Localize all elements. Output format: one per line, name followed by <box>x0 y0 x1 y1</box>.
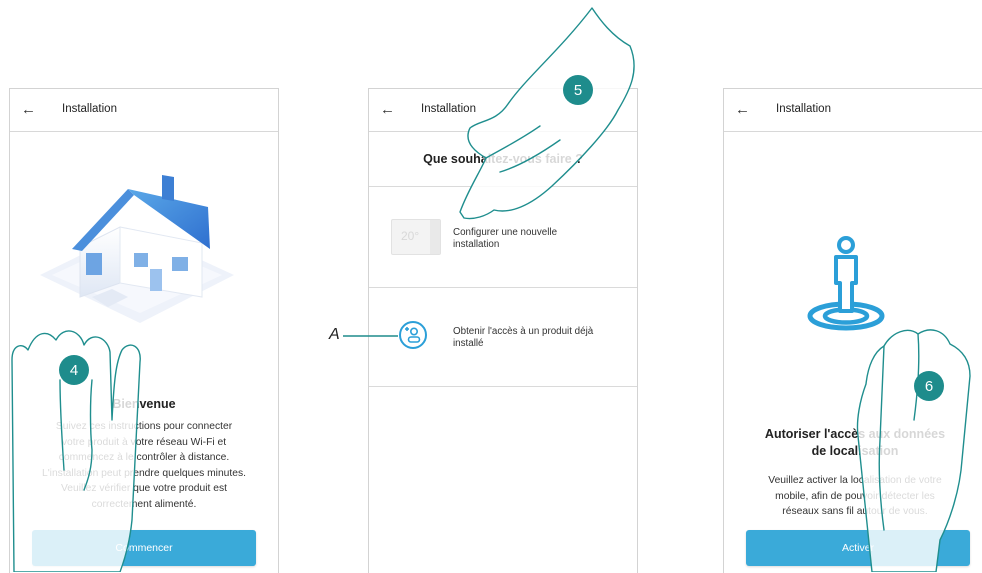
option-label-line: installation <box>453 238 500 250</box>
step-badge-5: 5 <box>563 75 593 105</box>
header-bar: ← Installation <box>10 89 278 132</box>
instruction-line: L'installation peut prendre quelques min… <box>41 467 247 479</box>
option-label: Configurer une nouvelle installation <box>453 227 557 250</box>
option-label-line: Configurer une nouvelle <box>453 227 558 238</box>
heading-line: Autoriser l'accès aux données <box>764 427 946 441</box>
welcome-instructions: Suivez ces instructions pour connecter v… <box>18 419 270 512</box>
thermostat-icon: 20° <box>391 219 441 255</box>
location-instructions: Veuillez activer la localisation de votr… <box>728 473 982 520</box>
instruction-line: mobile, afin de pouvoir détecter les <box>775 490 935 502</box>
heading-line: de localisation <box>811 444 899 458</box>
header-title: Installation <box>421 103 476 115</box>
header-bar: ← Installation <box>724 89 982 132</box>
header-title: Installation <box>776 103 831 115</box>
instruction-line: réseaux sans fil autour de vous. <box>782 506 928 517</box>
start-button[interactable]: Commencer <box>32 530 256 566</box>
step-badge-4: 4 <box>59 355 89 385</box>
screen-location-permission: ← Installation Autoriser l'accès aux don… <box>723 88 982 573</box>
activate-button[interactable]: Activer <box>746 530 970 566</box>
option-label: Obtenir l'accès à un produit déjà instal… <box>453 326 593 349</box>
instruction-line: votre produit à votre réseau Wi-Fi et <box>61 436 227 448</box>
back-arrow-icon[interactable]: ← <box>735 101 750 118</box>
instruction-line: correctement alimenté. <box>91 498 197 510</box>
back-arrow-icon[interactable]: ← <box>380 101 395 118</box>
option-label-line: Obtenir l'accès à un produit déjà <box>453 326 594 337</box>
option-label-line: installé <box>453 337 484 349</box>
screen-welcome: ← Installation Bienvenue Suivez ces inst… <box>9 88 279 573</box>
thermostat-display: 20° <box>401 229 420 243</box>
instruction-line: Veuillez vérifier que votre produit est <box>61 483 227 494</box>
add-user-icon <box>399 321 427 349</box>
instruction-line: Suivez ces instructions pour connecter <box>55 421 233 432</box>
instruction-line: Veuillez activer la localisation de votr… <box>768 475 942 486</box>
header-title: Installation <box>62 103 117 115</box>
step-badge-6: 6 <box>914 371 944 401</box>
header-bar: ← Installation <box>369 89 637 132</box>
callout-label-a: A <box>329 326 340 343</box>
screen-choose-action: ← Installation Que souhaitez-vous faire … <box>368 88 638 573</box>
back-arrow-icon[interactable]: ← <box>21 101 36 118</box>
instruction-line: commencez à le contrôler à distance. <box>58 452 230 463</box>
option-access-installed-product[interactable]: Obtenir l'accès à un produit déjà instal… <box>369 288 637 387</box>
location-heading: Autoriser l'accès aux données de localis… <box>724 426 982 460</box>
choose-heading: Que souhaitez-vous faire ? <box>423 152 583 166</box>
welcome-heading: Bienvenue <box>112 397 176 411</box>
location-person-icon <box>807 236 885 331</box>
house-illustration <box>40 175 234 323</box>
option-configure-new-installation[interactable]: 20° Configurer une nouvelle installation <box>369 187 637 288</box>
